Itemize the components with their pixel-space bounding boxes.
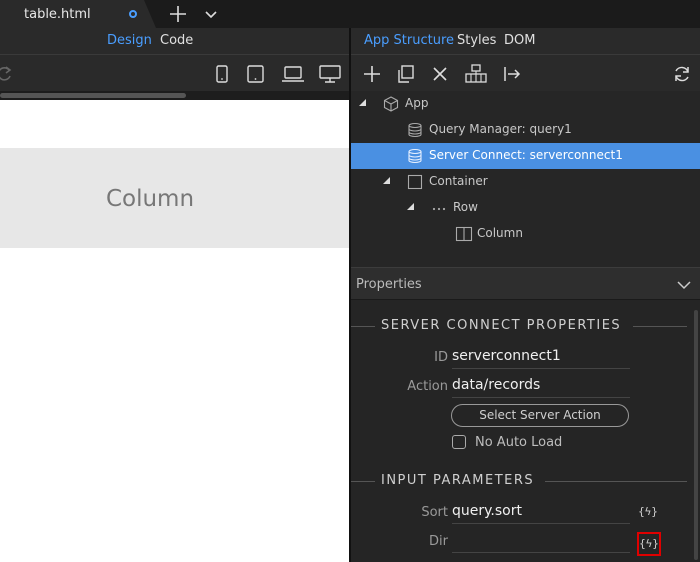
section-header-server-connect: SERVER CONNECT PROPERTIES xyxy=(351,318,691,336)
tab-styles[interactable]: Styles xyxy=(457,33,496,48)
tree-node-app[interactable]: App xyxy=(351,91,700,117)
duplicate-icon[interactable] xyxy=(396,64,416,84)
unsaved-indicator-icon[interactable] xyxy=(129,10,137,18)
document-tab-bar: table.html xyxy=(0,0,700,28)
select-server-action-button[interactable]: Select Server Action xyxy=(451,404,629,427)
phone-icon[interactable] xyxy=(214,64,230,84)
tab-dom[interactable]: DOM xyxy=(504,33,535,48)
container-icon xyxy=(407,174,423,190)
document-tab[interactable]: table.html xyxy=(0,0,156,28)
app-structure-panel: App Structure Styles DOM App Query Manag… xyxy=(351,28,700,562)
dots-icon xyxy=(431,200,447,216)
move-out-icon[interactable] xyxy=(502,64,522,84)
canvas-column-label: Column xyxy=(105,186,195,212)
section-title: SERVER CONNECT PROPERTIES xyxy=(381,318,622,333)
properties-header[interactable]: Properties xyxy=(351,267,700,300)
tree-node-row[interactable]: Row xyxy=(351,195,700,221)
laptop-icon[interactable] xyxy=(281,64,305,84)
section-title: INPUT PARAMETERS xyxy=(381,473,535,488)
device-toolbar xyxy=(0,54,350,91)
properties-panel: SERVER CONNECT PROPERTIES ID serverconne… xyxy=(351,300,700,562)
structure-toolbar xyxy=(351,54,700,91)
design-view: Design Code Column xyxy=(0,28,350,562)
no-auto-load-checkbox[interactable] xyxy=(452,435,466,449)
id-field[interactable]: serverconnect1 xyxy=(452,347,630,369)
tree-node-label: Server Connect: serverconnect1 xyxy=(429,148,623,162)
tree-node-label: Column xyxy=(477,226,523,240)
sort-field[interactable]: query.sort xyxy=(452,502,630,524)
tab-title: table.html xyxy=(24,7,91,22)
section-header-input-parameters: INPUT PARAMETERS xyxy=(351,473,691,491)
id-label: ID xyxy=(434,350,448,365)
properties-title: Properties xyxy=(356,277,422,292)
new-tab-icon[interactable] xyxy=(168,4,188,24)
refresh-icon[interactable] xyxy=(672,64,692,84)
tree-node-server-connect[interactable]: Server Connect: serverconnect1 xyxy=(351,143,700,169)
code-mode-tab[interactable]: Code xyxy=(160,33,193,48)
tablet-icon[interactable] xyxy=(246,64,266,84)
chevron-down-icon[interactable] xyxy=(203,6,219,22)
tree-node-column[interactable]: Column xyxy=(351,221,700,247)
structure-tree: App Query Manager: query1 Server Connect… xyxy=(351,91,700,267)
action-field[interactable]: data/records xyxy=(452,376,630,398)
canvas-column-block[interactable]: Column xyxy=(0,148,350,248)
refresh-icon[interactable] xyxy=(0,64,14,84)
tab-app-structure[interactable]: App Structure xyxy=(364,33,454,48)
tree-node-label: Container xyxy=(429,174,488,188)
cube-icon xyxy=(383,96,399,112)
no-auto-load-label: No Auto Load xyxy=(475,435,563,450)
view-mode-bar: Design Code xyxy=(0,28,350,54)
design-mode-tab[interactable]: Design xyxy=(107,33,152,48)
dir-field[interactable] xyxy=(452,531,630,553)
dynamic-data-icon[interactable]: {ϟ} xyxy=(637,532,661,556)
expand-triangle-icon[interactable] xyxy=(407,203,414,210)
column-icon xyxy=(455,226,473,242)
wrap-icon[interactable] xyxy=(464,64,488,84)
tree-node-container[interactable]: Container xyxy=(351,169,700,195)
desktop-icon[interactable] xyxy=(318,64,342,84)
dynamic-data-icon[interactable]: {ϟ} xyxy=(637,502,659,524)
tree-node-label: App xyxy=(405,96,429,110)
vertical-scrollbar[interactable] xyxy=(694,310,698,560)
dir-label: Dir xyxy=(429,534,448,549)
expand-triangle-icon[interactable] xyxy=(383,177,390,184)
chevron-down-icon[interactable] xyxy=(676,277,692,293)
delete-icon[interactable] xyxy=(430,64,450,84)
tree-node-query-manager[interactable]: Query Manager: query1 xyxy=(351,117,700,143)
tree-node-label: Row xyxy=(453,200,478,214)
horizontal-scrollbar[interactable] xyxy=(0,91,350,100)
database-icon xyxy=(407,122,423,138)
database-icon xyxy=(407,148,423,164)
add-icon[interactable] xyxy=(362,64,382,84)
tree-node-label: Query Manager: query1 xyxy=(429,122,572,136)
scrollbar-thumb[interactable] xyxy=(0,93,186,98)
sort-label: Sort xyxy=(421,505,448,520)
action-label: Action xyxy=(407,379,448,394)
expand-triangle-icon[interactable] xyxy=(359,99,366,106)
